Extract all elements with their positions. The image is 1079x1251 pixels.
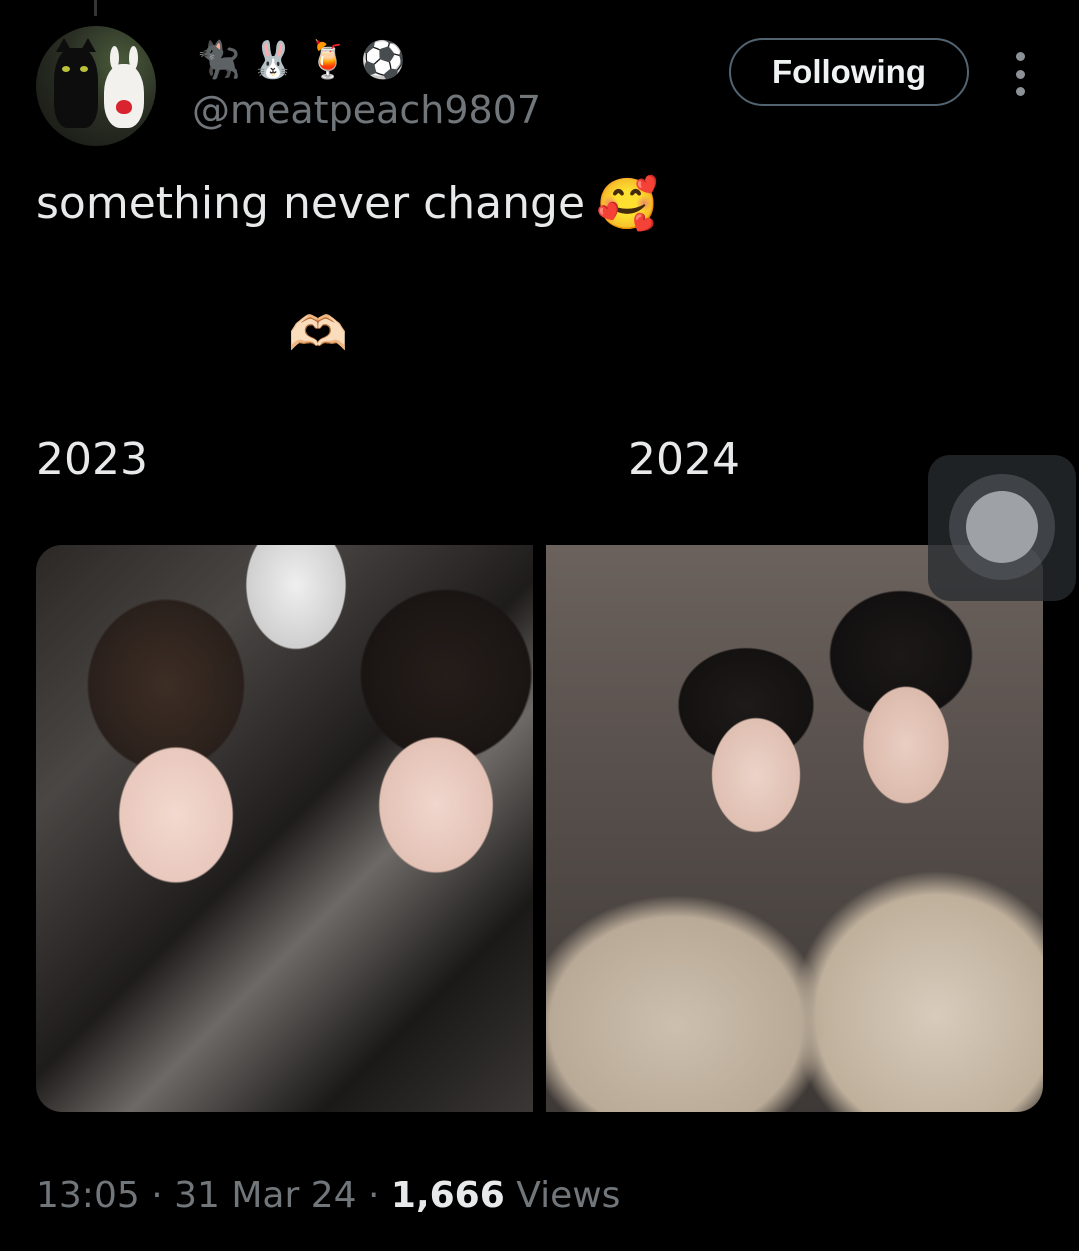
tweet-image-2023[interactable] bbox=[36, 545, 533, 1112]
meta-separator: · bbox=[368, 1175, 380, 1216]
thread-connector-line bbox=[94, 0, 97, 16]
views-count[interactable]: 1,666 bbox=[391, 1175, 505, 1216]
following-button[interactable]: Following bbox=[729, 38, 969, 106]
heart-hands-emoji-icon: 🫶🏻 bbox=[288, 306, 348, 362]
smiling-face-with-hearts-emoji-icon: 🥰 bbox=[596, 175, 659, 233]
user-handle[interactable]: @meatpeach9807 bbox=[192, 86, 541, 134]
cat-emoji-icon: 🐈‍⬛ bbox=[196, 40, 241, 81]
rabbit-emoji-icon: 🐰 bbox=[250, 40, 296, 81]
tweet-image-2024[interactable] bbox=[546, 545, 1043, 1112]
tweet-text: something never change bbox=[36, 178, 586, 229]
avatar-bunny-figure bbox=[104, 46, 144, 128]
tweet-date[interactable]: 31 Mar 24 bbox=[174, 1175, 356, 1216]
display-name[interactable]: 🐈‍⬛ 🐰 🍹 ⚽ bbox=[196, 38, 405, 84]
tweet-meta: 13:05 · 31 Mar 24 · 1,666 Views bbox=[36, 1170, 620, 1222]
more-vertical-icon[interactable] bbox=[1004, 52, 1036, 96]
avatar-cat-figure bbox=[54, 38, 98, 128]
caption-2024: 2024 bbox=[628, 434, 740, 485]
cocktail-emoji-icon: 🍹 bbox=[305, 40, 351, 81]
caption-2023: 2023 bbox=[36, 434, 148, 485]
avatar[interactable] bbox=[36, 26, 156, 146]
soccer-ball-emoji-icon: ⚽ bbox=[360, 40, 406, 81]
meta-separator: · bbox=[151, 1175, 163, 1216]
tweet-time[interactable]: 13:05 bbox=[36, 1175, 140, 1216]
floating-assistive-touch-icon[interactable] bbox=[928, 455, 1076, 601]
views-label: Views bbox=[516, 1175, 621, 1216]
